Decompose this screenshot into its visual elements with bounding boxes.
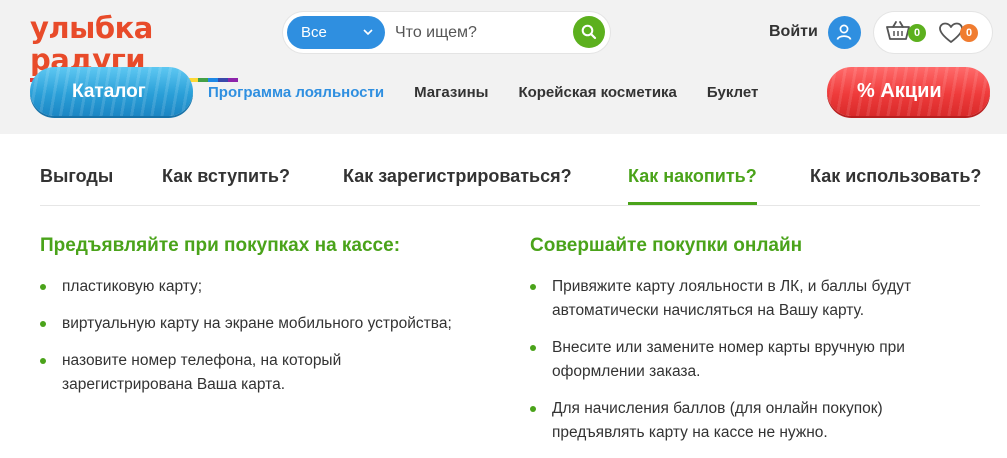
main-nav: Программа лояльности Магазины Корейская … xyxy=(208,80,758,106)
search-category-select[interactable]: Все xyxy=(287,16,385,49)
user-icon xyxy=(827,15,861,49)
tab-how-to-accumulate[interactable]: Как накопить? xyxy=(628,166,757,205)
offline-title: Предъявляйте при покупках на кассе: xyxy=(40,235,401,256)
catalog-button-label: Каталог xyxy=(72,81,146,102)
offline-list: пластиковую карту; виртуальную карту на … xyxy=(40,275,490,397)
nav-item-loyalty[interactable]: Программа лояльности xyxy=(208,80,384,106)
search-bar: Все xyxy=(283,12,610,53)
login-button[interactable]: Войти xyxy=(769,15,861,49)
list-item-text: пластиковую карту; xyxy=(62,278,203,295)
bullet-dot xyxy=(40,321,46,327)
login-label: Войти xyxy=(769,23,818,40)
list-item: виртуальную карту на экране мобильного у… xyxy=(40,312,490,336)
catalog-button[interactable]: Каталог xyxy=(30,67,193,116)
nav-item-booklet[interactable]: Буклет xyxy=(707,80,758,106)
bullet-dot xyxy=(40,284,46,290)
tab-how-to-use[interactable]: Как использовать? xyxy=(810,166,981,205)
cart-count-badge: 0 xyxy=(908,24,926,42)
online-list: Привяжите карту лояльности в ЛК, и баллы… xyxy=(530,275,970,445)
list-item: назовите номер телефона, на который заре… xyxy=(40,349,370,397)
list-item-text: назовите номер телефона, на который заре… xyxy=(62,352,342,393)
list-item-text: виртуальную карту на экране мобильного у… xyxy=(62,315,452,332)
tab-how-to-join[interactable]: Как вступить? xyxy=(162,166,290,205)
list-item-text: Привяжите карту лояльности в ЛК, и баллы… xyxy=(552,278,912,319)
bullet-dot xyxy=(530,284,536,290)
search-icon xyxy=(581,24,597,40)
chevron-down-icon xyxy=(363,29,373,36)
nav-item-korean-cosmetics[interactable]: Корейская косметика xyxy=(518,80,676,106)
list-item: Для начисления баллов (для онлайн покупо… xyxy=(530,397,950,445)
list-item-text: Для начисления баллов (для онлайн покупо… xyxy=(552,400,883,441)
site-header: улыбка радуги Все Войти 0 0 Каталог П xyxy=(0,0,1007,134)
online-column: Совершайте покупки онлайн Привяжите карт… xyxy=(530,235,970,458)
list-item: пластиковую карту; xyxy=(40,275,490,299)
sale-button[interactable]: % Акции xyxy=(827,67,990,116)
search-button[interactable] xyxy=(573,16,605,48)
loyalty-tabs: Выгоды Как вступить? Как зарегистрироват… xyxy=(40,160,981,206)
tab-how-to-register[interactable]: Как зарегистрироваться? xyxy=(343,166,572,205)
bullet-dot xyxy=(530,406,536,412)
search-input[interactable] xyxy=(395,16,565,49)
search-category-label: Все xyxy=(301,24,327,41)
offline-column: Предъявляйте при покупках на кассе: плас… xyxy=(40,235,490,410)
logo[interactable]: улыбка радуги xyxy=(30,12,242,82)
list-item: Привяжите карту лояльности в ЛК, и баллы… xyxy=(530,275,950,323)
cart-favorites-box: 0 0 xyxy=(874,12,992,53)
favorites-count-badge: 0 xyxy=(960,24,978,42)
list-item-text: Внесите или замените номер карты вручную… xyxy=(552,339,905,380)
bullet-dot xyxy=(40,358,46,364)
nav-item-stores[interactable]: Магазины xyxy=(414,80,488,106)
bullet-dot xyxy=(530,345,536,351)
tab-benefits[interactable]: Выгоды xyxy=(40,166,113,205)
list-item: Внесите или замените номер карты вручную… xyxy=(530,336,950,384)
online-title: Совершайте покупки онлайн xyxy=(530,235,803,256)
sale-button-label: % Акции xyxy=(857,80,942,102)
